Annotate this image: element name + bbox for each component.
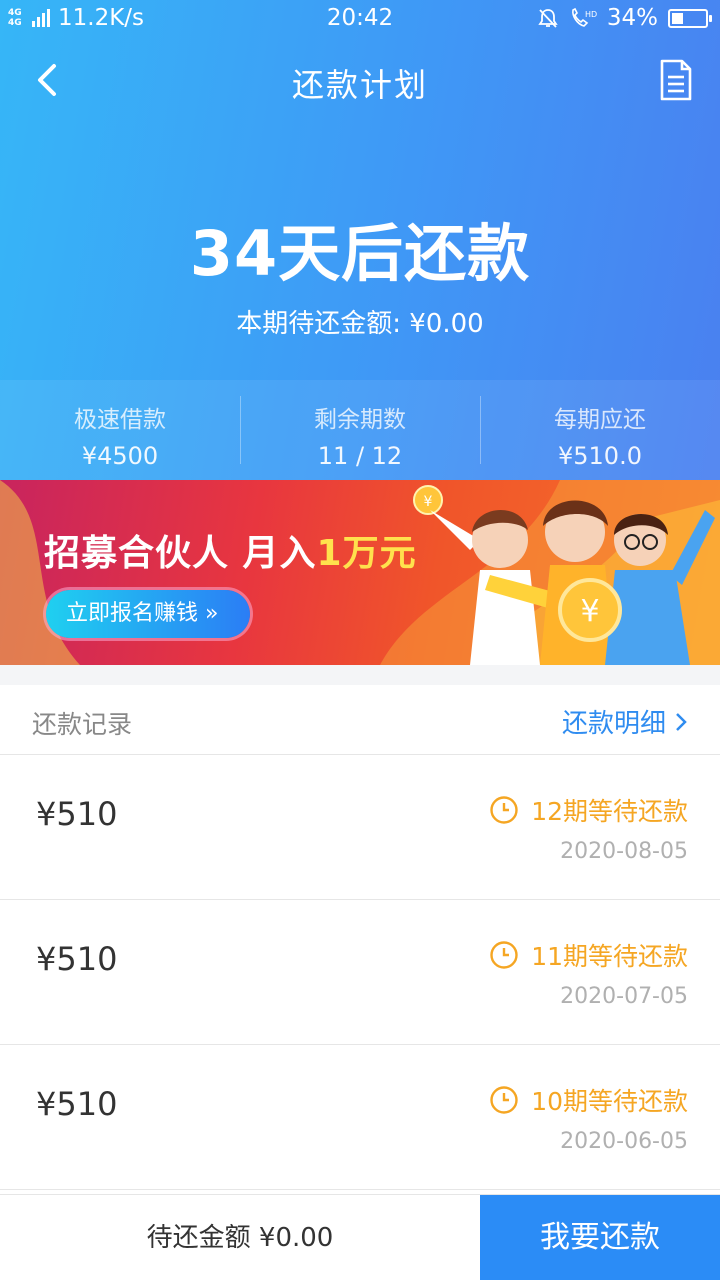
document-icon[interactable] bbox=[656, 58, 696, 102]
svg-text:HD: HD bbox=[585, 10, 597, 19]
chevron-right-icon bbox=[676, 712, 687, 731]
stat-value: 11 / 12 bbox=[317, 442, 403, 470]
svg-text:¥: ¥ bbox=[580, 594, 599, 629]
mute-bell-icon bbox=[538, 9, 558, 28]
repayment-detail-label: 还款明细 bbox=[561, 709, 666, 739]
signup-earn-button[interactable]: 立即报名赚钱 » bbox=[46, 590, 250, 638]
battery-icon bbox=[668, 8, 712, 28]
record-date: 2020-08-05 bbox=[560, 839, 688, 864]
current-due-amount: 本期待还金额: ¥0.00 bbox=[236, 309, 484, 339]
stat-remaining-periods: 剩余期数 11 / 12 bbox=[240, 380, 480, 480]
record-row[interactable]: ¥510 10期等待还款 2020-06-05 bbox=[0, 1045, 720, 1190]
record-amount: ¥510 bbox=[36, 795, 118, 833]
banner-headline-text: 招募合伙人 月入 bbox=[44, 533, 317, 574]
page-title: 还款计划 bbox=[291, 66, 428, 104]
repayment-records: 还款记录 还款明细 ¥510 12期等待还款 2020-08-05 ¥510 1… bbox=[0, 685, 720, 1195]
stat-loan-amount: 极速借款 ¥4500 bbox=[0, 380, 240, 480]
svg-text:¥: ¥ bbox=[424, 494, 433, 510]
loan-stats: 极速借款 ¥4500 剩余期数 11 / 12 每期应还 ¥510.0 bbox=[0, 380, 720, 480]
stat-value: ¥510.0 bbox=[558, 442, 642, 470]
record-row[interactable]: ¥510 11期等待还款 2020-07-05 bbox=[0, 900, 720, 1045]
hd-call-icon: HD bbox=[571, 7, 597, 27]
pending-amount: 待还金额 ¥0.00 bbox=[146, 1223, 334, 1253]
banner-headline: 招募合伙人 月入1万元 bbox=[44, 524, 417, 576]
clock-icon bbox=[490, 941, 518, 969]
record-date: 2020-06-05 bbox=[560, 1129, 688, 1154]
stat-label: 极速借款 bbox=[74, 407, 166, 433]
record-date: 2020-07-05 bbox=[560, 984, 688, 1009]
record-status-text: 11期等待还款 bbox=[531, 942, 688, 971]
repay-button[interactable]: 我要还款 bbox=[480, 1195, 720, 1280]
bottom-bar: 待还金额 ¥0.00 我要还款 bbox=[0, 1194, 720, 1280]
stat-label: 剩余期数 bbox=[314, 407, 406, 433]
header: 4G 4G 11.2K/s 20:42 HD 34% 还款计划 34天后还款 本… bbox=[0, 0, 720, 480]
record-status: 12期等待还款 bbox=[489, 792, 688, 828]
clock-icon bbox=[490, 796, 518, 824]
stat-per-period: 每期应还 ¥510.0 bbox=[480, 380, 720, 480]
repayment-detail-link[interactable]: 还款明细 bbox=[562, 703, 688, 740]
stat-label: 每期应还 bbox=[554, 407, 646, 433]
record-status-text: 12期等待还款 bbox=[531, 797, 688, 826]
stat-value: ¥4500 bbox=[81, 442, 159, 470]
status-bar: 4G 4G 11.2K/s 20:42 HD 34% bbox=[0, 0, 720, 40]
record-status: 11期等待还款 bbox=[489, 937, 688, 973]
records-header: 还款记录 还款明细 bbox=[0, 685, 720, 755]
clock-icon bbox=[490, 1086, 518, 1114]
records-title: 还款记录 bbox=[32, 710, 133, 739]
record-status-text: 10期等待还款 bbox=[531, 1087, 688, 1116]
record-row[interactable]: ¥510 12期等待还款 2020-08-05 bbox=[0, 755, 720, 900]
record-amount: ¥510 bbox=[36, 940, 118, 978]
days-until-repayment: 34天后还款 bbox=[189, 217, 531, 290]
celebrating-people-illustration: ¥ ¥ bbox=[413, 485, 715, 665]
record-amount: ¥510 bbox=[36, 1085, 118, 1123]
record-status: 10期等待还款 bbox=[489, 1082, 688, 1118]
partner-recruit-banner[interactable]: 招募合伙人 月入1万元 立即报名赚钱 » ¥ ¥ bbox=[0, 480, 720, 665]
battery-percent: 34% bbox=[606, 5, 658, 31]
